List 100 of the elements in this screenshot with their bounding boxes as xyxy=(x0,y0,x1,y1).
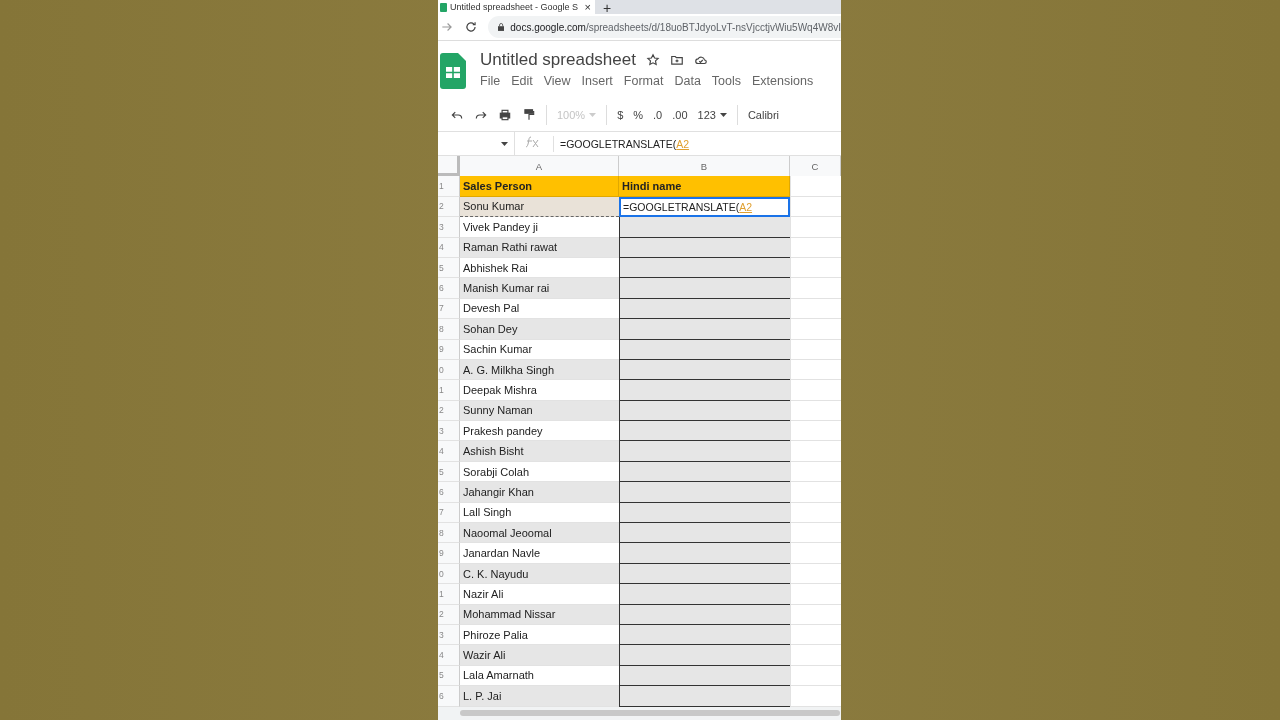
row-number[interactable]: 2 xyxy=(438,400,460,422)
table-cell xyxy=(790,543,841,564)
row-number[interactable]: 6 xyxy=(438,278,460,299)
table-cell xyxy=(790,645,841,666)
percent-button[interactable]: % xyxy=(633,109,644,121)
table-cell xyxy=(790,461,841,483)
table-cell xyxy=(790,563,841,585)
row-number[interactable]: 8 xyxy=(438,319,460,340)
row-number[interactable]: 1 xyxy=(438,380,460,401)
paint-format-icon[interactable] xyxy=(522,108,536,122)
horizontal-scrollbar[interactable] xyxy=(460,709,840,716)
table-cell: Sonu Kumar xyxy=(460,196,619,218)
row-number[interactable]: 6 xyxy=(438,482,460,503)
table-cell: Jahangir Khan xyxy=(460,482,619,503)
number-format-select[interactable]: 123 xyxy=(697,109,727,121)
table-cell xyxy=(790,217,841,238)
menu-item[interactable]: View xyxy=(543,74,571,88)
table-cell xyxy=(790,502,841,524)
new-tab-button[interactable]: + xyxy=(603,2,612,14)
print-icon[interactable] xyxy=(498,108,512,122)
menu-item[interactable]: Edit xyxy=(511,74,533,88)
row-number[interactable]: 4 xyxy=(438,645,460,666)
table-cell: L. P. Jai xyxy=(460,686,619,707)
table-cell: Ashish Bisht xyxy=(460,441,619,462)
browser-tab[interactable]: Untitled spreadsheet - Google S × xyxy=(438,0,595,14)
table-cell xyxy=(790,176,841,197)
header-cell: Sales Person xyxy=(460,176,619,197)
menu-item[interactable]: Insert xyxy=(581,74,613,88)
row-number[interactable]: 4 xyxy=(438,441,460,462)
table-cell xyxy=(790,584,841,605)
decrease-decimals-button[interactable]: .0 xyxy=(653,109,663,121)
table-cell xyxy=(790,686,841,707)
table-cell: Sunny Naman xyxy=(460,400,619,422)
caret-icon xyxy=(501,141,508,146)
table-cell: Wazir Ali xyxy=(460,645,619,666)
table-cell xyxy=(790,400,841,422)
table-cell: C. K. Nayudu xyxy=(460,563,619,585)
table-cell xyxy=(790,298,841,320)
row-number[interactable]: 0 xyxy=(438,563,460,585)
menu-item[interactable]: Tools xyxy=(711,74,742,88)
address-bar[interactable]: docs.google.com/spreadsheets/d/18uoBTJdyoLvT-nsVjcctjvWiu5Wq4W8vI xyxy=(488,16,841,38)
menu-item[interactable]: Extensions xyxy=(752,74,814,88)
table-cell: Manish Kumar rai xyxy=(460,278,619,299)
star-icon[interactable] xyxy=(645,53,660,67)
row-number[interactable]: 3 xyxy=(438,625,460,646)
column-header[interactable]: C xyxy=(790,156,841,178)
cell-editor[interactable]: =GOOGLETRANSLATE(A2 xyxy=(619,196,790,218)
font-select[interactable]: Calibri xyxy=(747,109,780,121)
table-cell xyxy=(790,665,841,687)
table-cell: A. G. Milkha Singh xyxy=(460,359,619,381)
row-number[interactable]: 1 xyxy=(438,584,460,605)
caret-icon xyxy=(719,113,727,117)
header-cell: Hindi name xyxy=(619,176,790,197)
table-cell xyxy=(790,482,841,503)
row-number[interactable]: 3 xyxy=(438,217,460,238)
formula-input[interactable]: =GOOGLETRANSLATE(A2 xyxy=(554,137,690,150)
table-cell: Raman Rathi rawat xyxy=(460,237,619,258)
table-cell: Sohan Dey xyxy=(460,319,619,340)
table-cell xyxy=(790,237,841,258)
increase-decimals-button[interactable]: .00 xyxy=(672,109,688,121)
row-number[interactable]: 2 xyxy=(438,604,460,625)
row-number[interactable]: 1 xyxy=(438,176,460,197)
table-cell: Naoomal Jeoomal xyxy=(460,523,619,544)
table-cell xyxy=(790,359,841,381)
row-number[interactable]: 9 xyxy=(438,339,460,360)
column-header[interactable]: A xyxy=(460,156,619,178)
reload-icon[interactable] xyxy=(464,20,478,34)
row-number[interactable]: 5 xyxy=(438,461,460,483)
sheets-logo-icon[interactable] xyxy=(440,53,466,89)
row-number[interactable]: 6 xyxy=(438,686,460,707)
table-cell xyxy=(790,625,841,646)
folder-icon[interactable] xyxy=(669,53,684,67)
column-header[interactable]: B xyxy=(619,156,790,178)
menu-item[interactable]: Data xyxy=(674,74,701,88)
row-number[interactable]: 7 xyxy=(438,502,460,524)
document-title[interactable]: Untitled spreadsheet xyxy=(480,50,636,70)
close-tab-button[interactable]: × xyxy=(580,2,595,12)
table-cell xyxy=(790,604,841,625)
caret-icon xyxy=(589,113,597,117)
table-cell xyxy=(790,380,841,401)
row-number[interactable]: 9 xyxy=(438,543,460,564)
menu-item[interactable]: File xyxy=(480,74,501,88)
table-cell: Mohammad Nissar xyxy=(460,604,619,625)
table-cell xyxy=(790,441,841,462)
table-cell xyxy=(790,339,841,360)
row-number[interactable]: 3 xyxy=(438,421,460,442)
sheets-icon xyxy=(440,2,447,12)
row-number[interactable]: 5 xyxy=(438,665,460,687)
table-cell xyxy=(790,523,841,544)
currency-button[interactable]: $ xyxy=(617,109,624,121)
row-number[interactable]: 2 xyxy=(438,196,460,218)
table-cell xyxy=(790,421,841,442)
menu-item[interactable]: Format xyxy=(623,74,664,88)
row-number[interactable]: 7 xyxy=(438,298,460,320)
row-number[interactable]: 5 xyxy=(438,257,460,279)
table-cell xyxy=(790,319,841,340)
row-number[interactable]: 4 xyxy=(438,237,460,258)
row-number[interactable]: 0 xyxy=(438,359,460,381)
row-number[interactable]: 8 xyxy=(438,523,460,544)
lock-icon xyxy=(498,22,505,32)
